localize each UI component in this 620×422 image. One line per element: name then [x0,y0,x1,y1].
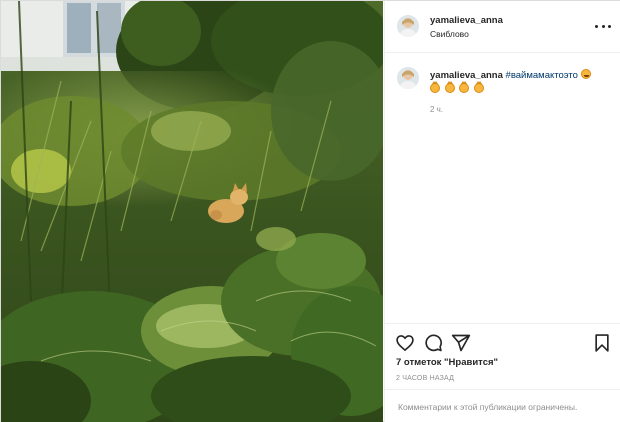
laughing-face-icon [580,69,591,79]
cat-face-icon [473,81,484,93]
post-location[interactable]: Свиблово [430,29,469,39]
comment-icon-glyph [425,334,443,352]
dot-icon [595,24,598,28]
bookmark-icon-glyph [595,334,609,352]
heart-icon[interactable] [395,333,415,353]
avatar-image [397,15,419,37]
comments-restricted-notice: Комментарии к этой публикации ограничены… [398,402,578,412]
heart-icon-glyph [396,335,414,352]
post-username[interactable]: yamalieva_anna [430,15,503,26]
comment-icon[interactable] [423,333,443,353]
post-header: yamalieva_anna Свиблово [385,1,620,53]
cat-face-icon [444,81,455,93]
dot-icon [608,24,611,28]
avatar-image [397,67,419,89]
post-photo[interactable] [1,1,383,422]
bookmark-icon[interactable] [592,333,612,353]
share-icon[interactable] [451,333,471,353]
post-window: yamalieva_anna Свиблово yamalieva_anna #… [0,0,620,422]
dot-icon [601,24,605,28]
comments-area: Комментарии к этой публикации ограничены… [385,389,620,422]
post-date[interactable]: 2 ЧАСОВ НАЗАД [396,375,454,382]
cat-face-icon [459,81,470,93]
post-caption: yamalieva_anna #ваймамактоэто 2 ч. [385,53,620,323]
caption-time[interactable]: 2 ч. [430,105,443,114]
post-actions: 7 отметок "Нравится" 2 ЧАСОВ НАЗАД Комме… [385,323,620,422]
avatar[interactable] [397,15,419,37]
caption-text: yamalieva_anna #ваймамактоэто [430,69,610,96]
caption-hashtag[interactable]: #ваймамактоэто [506,70,578,81]
more-options-icon[interactable] [595,19,611,33]
share-icon-glyph [451,334,471,352]
cat-face-icon [430,81,440,93]
caption-avatar[interactable] [397,67,419,89]
caption-username[interactable]: yamalieva_anna [430,70,503,81]
emoji-row [430,81,610,96]
likes-count[interactable]: 7 отметок "Нравится" [396,357,498,368]
post-side-panel: yamalieva_anna Свиблово yamalieva_anna #… [384,1,620,422]
garden-photo [1,1,383,422]
